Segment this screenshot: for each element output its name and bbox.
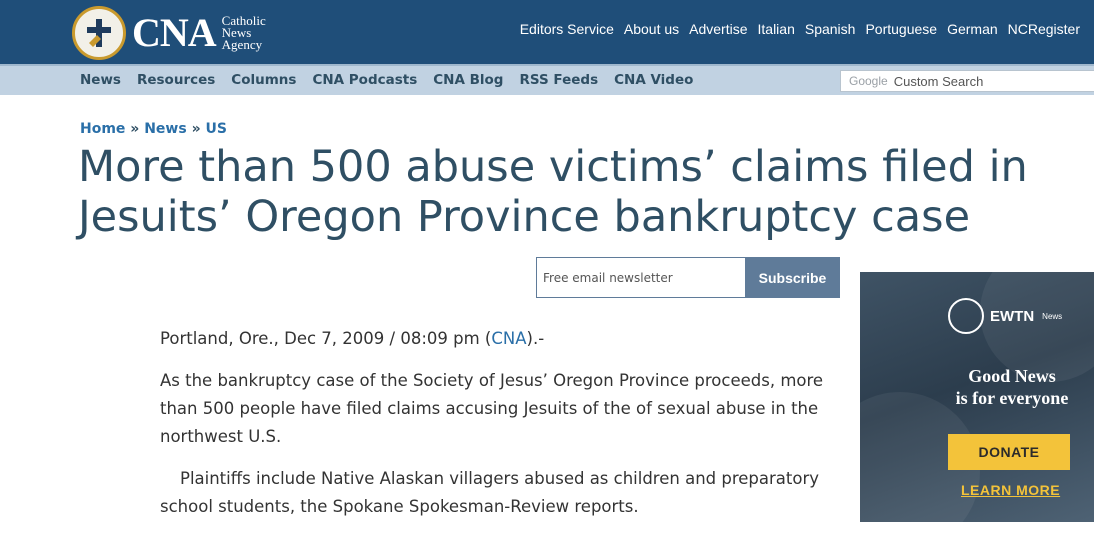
breadcrumb-separator: » <box>130 121 140 137</box>
ad-headline-line: is for everyone <box>955 388 1069 408</box>
dateline-text: Portland, Ore., Dec 7, 2009 / 08:09 pm ( <box>160 329 492 348</box>
top-nav-advertise[interactable]: Advertise <box>689 21 747 37</box>
logo-text: CNA <box>132 10 217 55</box>
breadcrumb-home[interactable]: Home <box>80 121 125 137</box>
section-nav-bar: News Resources Columns CNA Podcasts CNA … <box>0 64 1094 95</box>
section-nav-resources[interactable]: Resources <box>137 72 215 88</box>
newsletter-email-input[interactable] <box>536 257 745 298</box>
subscribe-button[interactable]: Subscribe <box>745 257 840 298</box>
breadcrumb-separator: » <box>191 121 201 137</box>
section-nav-news[interactable]: News <box>80 72 121 88</box>
ewtn-brand-sub: News <box>1042 311 1063 321</box>
dateline: Portland, Ore., Dec 7, 2009 / 08:09 pm (… <box>160 325 840 353</box>
logo-sub-line: Agency <box>221 37 263 52</box>
breadcrumb-us[interactable]: US <box>206 121 227 137</box>
learn-more-link[interactable]: LEARN MORE <box>961 482 1060 498</box>
section-nav-columns[interactable]: Columns <box>231 72 296 88</box>
search-input[interactable] <box>893 73 1094 89</box>
ewtn-ad[interactable]: EWTN News Good News is for everyone DONA… <box>860 272 1094 522</box>
top-nav-italian[interactable]: Italian <box>758 21 795 37</box>
section-nav-blog[interactable]: CNA Blog <box>433 72 503 88</box>
top-header: CNA Catholic News Agency Editors Service… <box>0 0 1094 64</box>
logo-subtitle: Catholic News Agency <box>221 14 266 52</box>
dateline-suffix: ).- <box>526 329 545 348</box>
globe-icon <box>948 298 984 334</box>
top-nav: Editors Service About us Advertise Itali… <box>520 21 1080 37</box>
breadcrumb-news[interactable]: News <box>144 121 186 137</box>
section-nav-podcasts[interactable]: CNA Podcasts <box>312 72 417 88</box>
article-paragraph: Plaintiffs include Native Alaskan villag… <box>160 469 820 516</box>
article-paragraph: As the bankruptcy case of the Society of… <box>160 371 824 446</box>
newsletter-signup: Subscribe <box>536 257 840 298</box>
top-nav-spanish[interactable]: Spanish <box>805 21 856 37</box>
dateline-source-link[interactable]: CNA <box>491 329 526 348</box>
donate-button[interactable]: DONATE <box>948 434 1070 470</box>
ad-headline: Good News is for everyone <box>860 365 1094 409</box>
top-nav-german[interactable]: German <box>947 21 998 37</box>
article-headline: More than 500 abuse victims’ claims file… <box>78 142 1028 242</box>
top-nav-editors-service[interactable]: Editors Service <box>520 21 614 37</box>
ewtn-brand: EWTN <box>990 307 1035 325</box>
logo-emblem-icon <box>72 6 126 60</box>
custom-search-box[interactable]: Google <box>840 70 1094 92</box>
cna-logo[interactable]: CNA Catholic News Agency <box>72 6 266 60</box>
breadcrumb: Home » News » US <box>80 121 227 137</box>
section-nav: News Resources Columns CNA Podcasts CNA … <box>80 72 693 88</box>
top-nav-about-us[interactable]: About us <box>624 21 679 37</box>
ad-headline-line: Good News <box>968 366 1056 386</box>
article-body: Portland, Ore., Dec 7, 2009 / 08:09 pm (… <box>160 325 840 535</box>
section-nav-rss[interactable]: RSS Feeds <box>519 72 598 88</box>
top-nav-portuguese[interactable]: Portuguese <box>865 21 937 37</box>
top-nav-ncregister[interactable]: NCRegister <box>1008 21 1080 37</box>
section-nav-video[interactable]: CNA Video <box>614 72 693 88</box>
ewtn-logo: EWTN News <box>948 298 1062 334</box>
google-brand-label: Google <box>849 74 888 88</box>
